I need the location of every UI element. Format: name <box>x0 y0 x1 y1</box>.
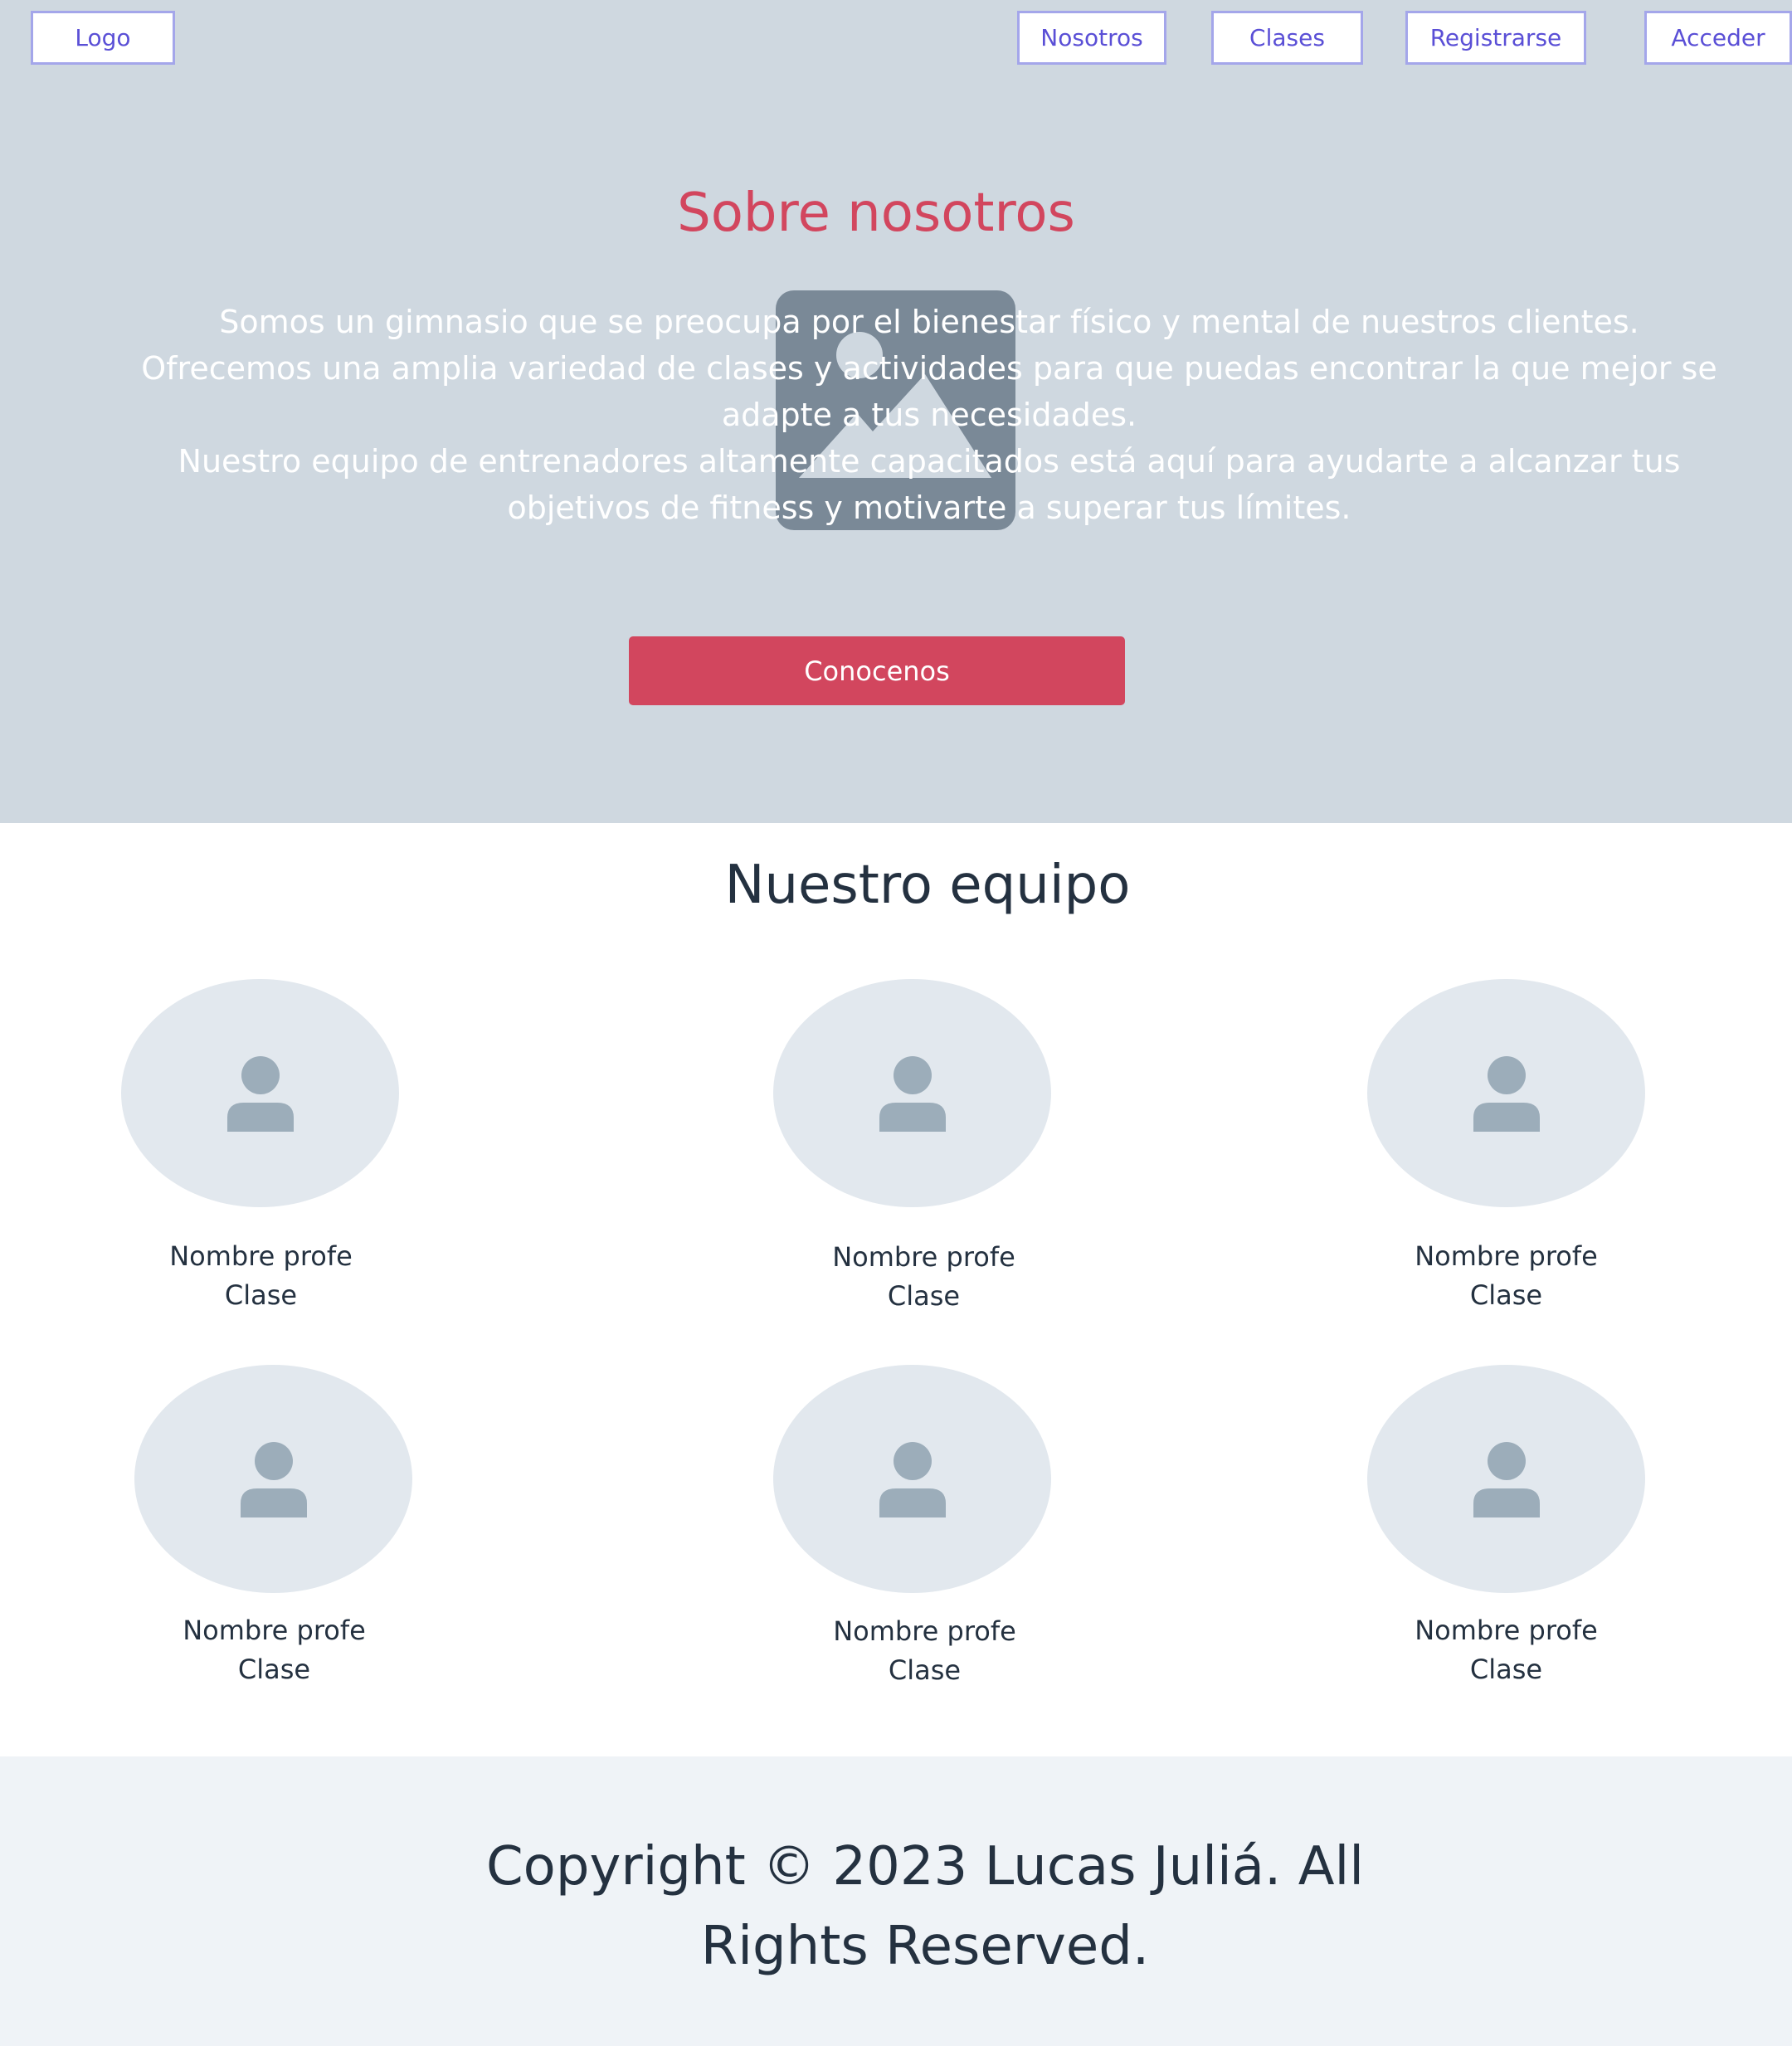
member-name: Nombre profe <box>1415 1240 1598 1272</box>
user-icon <box>226 1055 294 1132</box>
member-class: Clase <box>1469 1654 1543 1685</box>
page-title: Sobre nosotros <box>677 183 1075 244</box>
hero-section: Logo Nosotros Clases Registrarse Acceder… <box>0 0 1792 823</box>
copyright-text: Copyright © 2023 Lucas Juliá. All Rights… <box>485 1836 1365 1977</box>
team-member-card: Nombre profe Clase <box>773 979 1051 1312</box>
footer: Copyright © 2023 Lucas Juliá. All Rights… <box>0 1756 1792 2046</box>
member-name: Nombre profe <box>832 1241 1015 1273</box>
team-member-card: Nombre profe Clase <box>121 979 399 1311</box>
member-name: Nombre profe <box>1415 1615 1598 1646</box>
avatar <box>1367 979 1645 1207</box>
team-member-card: Nombre profe Clase <box>1367 979 1645 1311</box>
member-name: Nombre profe <box>833 1615 1016 1647</box>
avatar <box>134 1365 412 1593</box>
member-class: Clase <box>888 1654 962 1686</box>
user-icon <box>1473 1441 1540 1517</box>
member-class: Clase <box>1469 1279 1543 1311</box>
avatar <box>1367 1365 1645 1593</box>
member-name: Nombre profe <box>169 1240 353 1272</box>
member-class: Clase <box>887 1280 961 1312</box>
nav-nosotros[interactable]: Nosotros <box>1017 11 1166 65</box>
conocenos-button[interactable]: Conocenos <box>629 636 1125 705</box>
member-class: Clase <box>224 1279 298 1311</box>
user-icon <box>879 1055 946 1132</box>
user-icon <box>240 1441 307 1517</box>
team-title: Nuestro equipo <box>724 855 1131 916</box>
team-member-card: Nombre profe Clase <box>773 1365 1051 1686</box>
avatar <box>773 979 1051 1207</box>
avatar <box>773 1365 1051 1593</box>
user-icon <box>1473 1055 1540 1132</box>
about-paragraph-1: Somos un gimnasio que se preocupa por el… <box>141 304 1717 433</box>
logo-button[interactable]: Logo <box>31 11 175 65</box>
team-member-card: Nombre profe Clase <box>134 1365 412 1685</box>
about-paragraph-2: Nuestro equipo de entrenadores altamente… <box>178 443 1681 526</box>
nav-registrarse[interactable]: Registrarse <box>1405 11 1586 65</box>
avatar <box>121 979 399 1207</box>
nav-clases[interactable]: Clases <box>1211 11 1363 65</box>
about-description: Somos un gimnasio que se preocupa por el… <box>133 299 1726 531</box>
member-name: Nombre profe <box>183 1615 366 1646</box>
team-member-card: Nombre profe Clase <box>1367 1365 1645 1685</box>
user-icon <box>879 1441 946 1517</box>
nav-acceder[interactable]: Acceder <box>1644 11 1792 65</box>
member-class: Clase <box>237 1654 311 1685</box>
